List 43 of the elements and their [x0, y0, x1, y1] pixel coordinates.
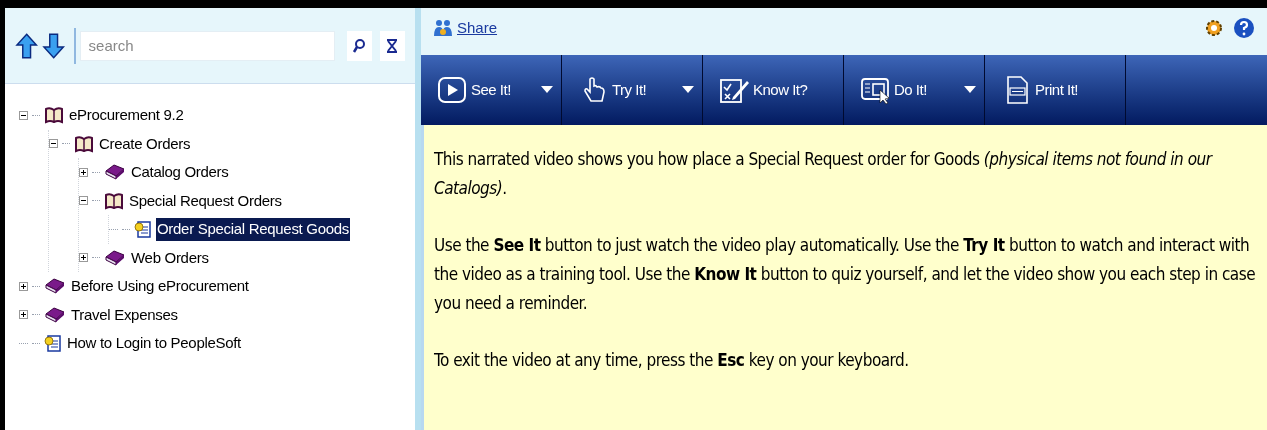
tree-item[interactable]: Special Request Orders: [128, 189, 283, 212]
share-link[interactable]: Share: [433, 16, 498, 40]
tree-item[interactable]: Before Using eProcurement: [70, 275, 250, 298]
caret-icon[interactable]: [682, 86, 694, 94]
collapse-toggle[interactable]: [19, 110, 28, 120]
caret-icon[interactable]: [964, 86, 976, 94]
tree-item[interactable]: Create Orders: [98, 132, 192, 155]
up-arrow-icon[interactable]: [15, 31, 39, 60]
description-text: To exit the video at any time, press the Esc key on your keyboard.: [434, 349, 910, 372]
collapse-toggle[interactable]: [49, 139, 58, 149]
tree-item[interactable]: Catalog Orders: [130, 161, 230, 184]
search-field[interactable]: search: [79, 30, 335, 61]
expand-toggle[interactable]: [19, 281, 28, 291]
open-book-icon: [104, 191, 124, 210]
play-icon: [437, 75, 469, 105]
people-icon: [433, 18, 453, 38]
search-button[interactable]: [346, 30, 372, 61]
tree-item[interactable]: eProcurement 9.2: [68, 104, 185, 127]
document-icon: [44, 334, 62, 353]
tree-item[interactable]: Order Special Request Goods: [156, 218, 350, 241]
closed-book-icon: [44, 277, 66, 296]
help-icon[interactable]: [1233, 17, 1255, 39]
closed-book-icon: [104, 163, 126, 182]
down-arrow-icon[interactable]: [42, 31, 66, 60]
expand-toggle[interactable]: [79, 167, 88, 177]
open-book-icon: [44, 106, 64, 125]
open-book-icon: [74, 134, 94, 153]
collapse-toggle[interactable]: [79, 196, 88, 206]
expand-toggle[interactable]: [79, 253, 88, 263]
document-icon: [134, 220, 152, 239]
closed-book-icon: [44, 305, 66, 324]
window-cursor-icon: [860, 75, 892, 105]
caret-icon[interactable]: [541, 86, 553, 94]
tree-item[interactable]: How to Login to PeopleSoft: [66, 332, 242, 355]
expand-toggle[interactable]: [19, 310, 28, 320]
description-text: Use the See It button to just watch the video play automatically. Use the Try It button to watch and interact with the video as a training tool. Use the Know It button to quiz yourself, and let the video show you each step in case you need a reminder.: [434, 234, 1257, 315]
gear-icon[interactable]: [1203, 17, 1225, 39]
description-text: This narrated video shows you how place a Special Request order for Goods (physical items not found in our Catalogs).: [434, 148, 1214, 200]
closed-book-icon: [104, 248, 126, 267]
tree-item[interactable]: Travel Expenses: [70, 303, 179, 326]
search-icon: [352, 37, 367, 54]
clear-button[interactable]: [379, 30, 405, 61]
tree-item[interactable]: Web Orders: [130, 246, 210, 269]
